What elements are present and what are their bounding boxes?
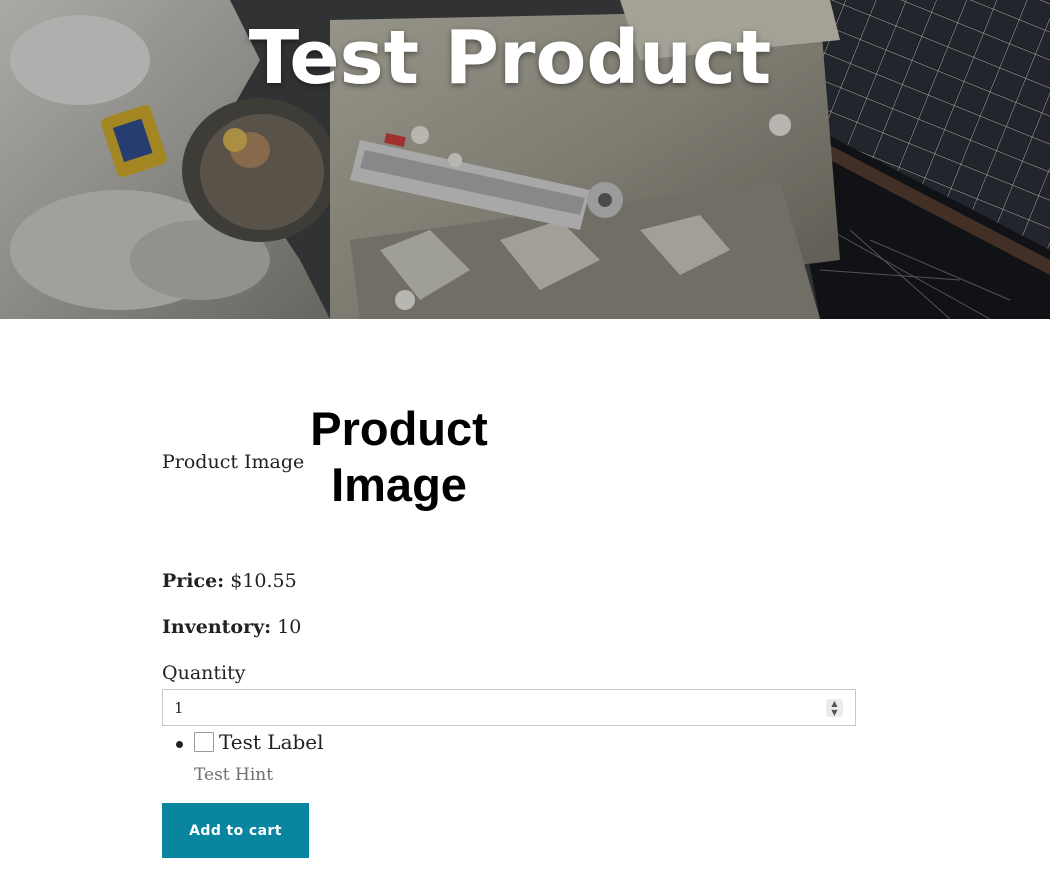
hero-banner: Test Product <box>0 0 1050 319</box>
list-item: Test Label Test Hint <box>162 730 856 794</box>
test-label-checkbox[interactable] <box>194 732 214 752</box>
inventory-value: 10 <box>277 616 302 638</box>
list-bullet-icon <box>176 741 183 748</box>
product-image: Product Image Product Image <box>162 401 856 511</box>
quantity-field[interactable]: ▲▼ <box>162 689 856 726</box>
product-image-alt-text: Product Image <box>162 451 305 473</box>
product-image-placeholder: Product Image <box>310 402 488 511</box>
quantity-input[interactable] <box>163 690 803 725</box>
option-hint: Test Hint <box>194 765 274 785</box>
price-label: Price: <box>162 570 225 592</box>
inventory-label: Inventory: <box>162 616 272 638</box>
option-label[interactable]: Test Label <box>219 730 324 754</box>
product-options-list: Test Label Test Hint <box>162 730 856 794</box>
price-value: $10.55 <box>230 570 297 592</box>
price-row: Price: $10.55 <box>162 570 297 592</box>
add-to-cart-button[interactable]: Add to cart <box>162 803 309 858</box>
quantity-label: Quantity <box>162 662 246 684</box>
number-spinner-icon[interactable]: ▲ ▼ <box>826 699 843 717</box>
inventory-row: Inventory: 10 <box>162 616 301 638</box>
page-title: Test Product <box>248 15 772 101</box>
